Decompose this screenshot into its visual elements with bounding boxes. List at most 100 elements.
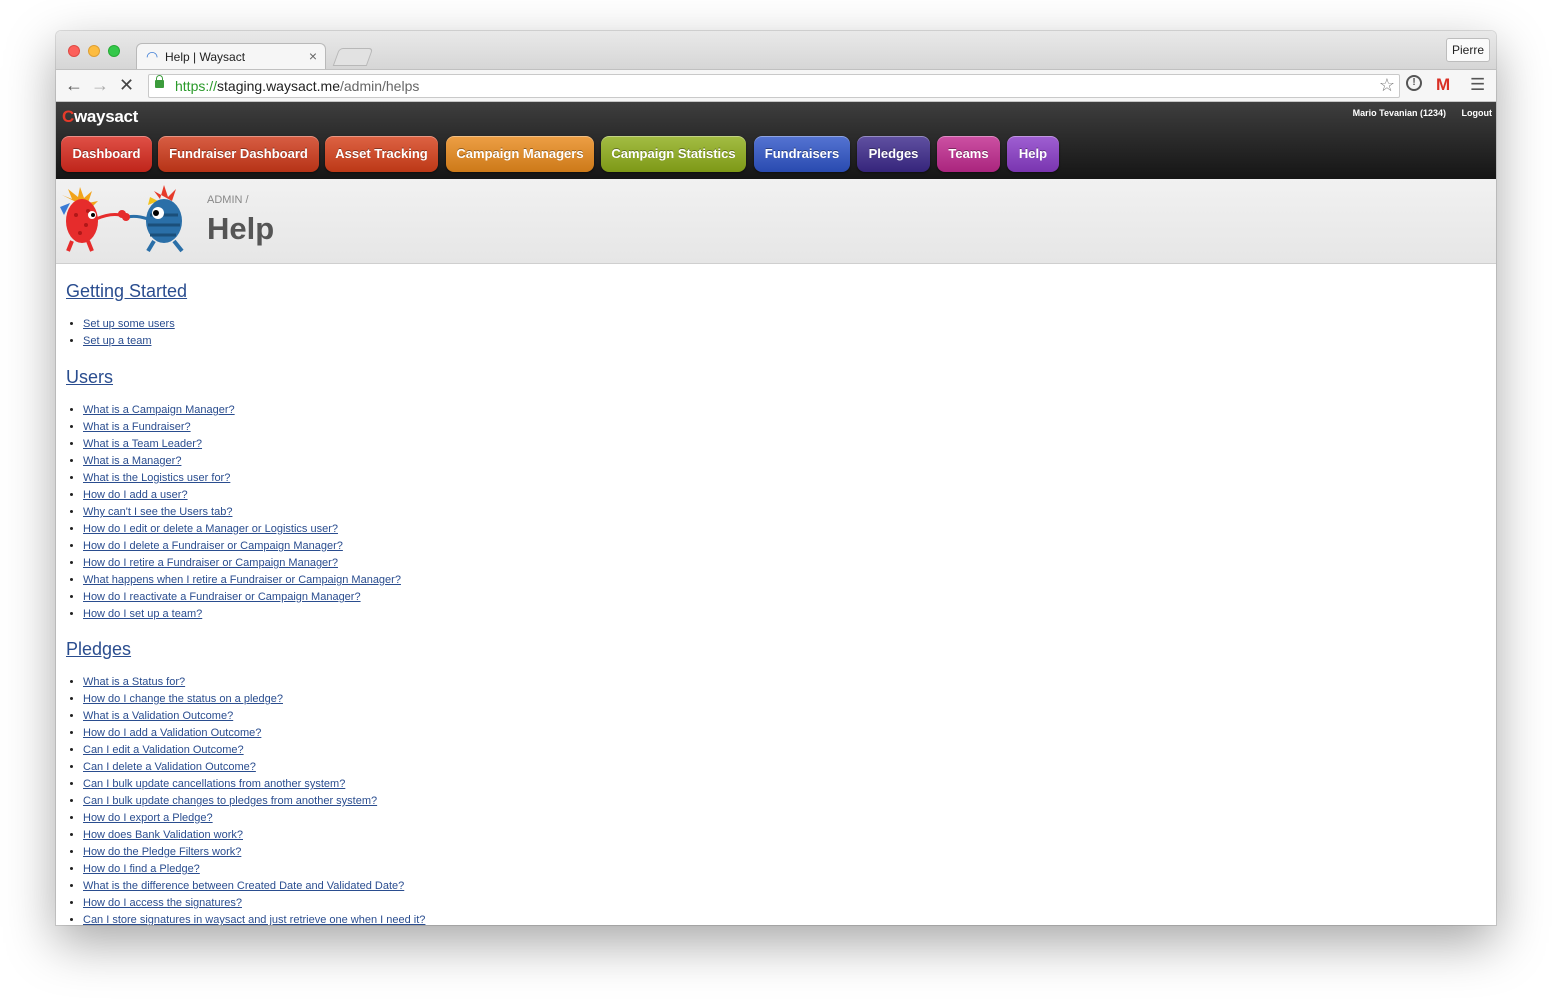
- nav-pledges-button[interactable]: Pledges: [857, 136, 930, 172]
- help-article-link[interactable]: What is a Status for?: [83, 676, 185, 688]
- nav-teams-button[interactable]: Teams: [937, 136, 1000, 172]
- help-article-link[interactable]: What is a Fundraiser?: [83, 421, 191, 433]
- help-article-link[interactable]: Set up a team: [83, 335, 152, 347]
- close-window-button[interactable]: [68, 45, 80, 57]
- help-article-link[interactable]: What is the difference between Created D…: [83, 880, 404, 892]
- password-manager-icon[interactable]: !: [1406, 75, 1422, 91]
- help-article-link[interactable]: Can I bulk update cancellations from ano…: [83, 778, 345, 790]
- help-article-link[interactable]: How do I change the status on a pledge?: [83, 693, 283, 705]
- help-article-link[interactable]: How does Bank Validation work?: [83, 829, 243, 841]
- section-title-link[interactable]: Users: [66, 367, 401, 388]
- help-article-link[interactable]: Can I bulk update changes to pledges fro…: [83, 795, 377, 807]
- help-section-pledges: Pledges What is a Status for? How do I cha…: [66, 639, 425, 925]
- page-header: ADMIN / Help: [56, 179, 1496, 264]
- help-article-link[interactable]: Set up some users: [83, 318, 175, 330]
- help-article-link[interactable]: Can I store signatures in waysact and ju…: [83, 914, 425, 925]
- minimize-window-button[interactable]: [88, 45, 100, 57]
- browser-tab[interactable]: ◠ Help | Waysact ×: [136, 43, 326, 69]
- list-item: How do I export a Pledge?: [83, 810, 425, 827]
- tab-title: Help | Waysact: [165, 50, 246, 64]
- help-article-link[interactable]: What is the Logistics user for?: [83, 472, 230, 484]
- nav-campaign-statistics-button[interactable]: Campaign Statistics: [601, 136, 746, 172]
- address-bar[interactable]: https://staging.waysact.me/admin/helps ☆: [148, 74, 1400, 98]
- help-article-link[interactable]: How do I retire a Fundraiser or Campaign…: [83, 557, 338, 569]
- help-article-link[interactable]: How do I reactivate a Fundraiser or Camp…: [83, 591, 361, 603]
- page-title: Help: [207, 211, 275, 246]
- section-title-link[interactable]: Pledges: [66, 639, 425, 660]
- list-item: Can I edit a Validation Outcome?: [83, 742, 425, 759]
- stop-loading-icon[interactable]: ✕: [119, 75, 134, 95]
- help-article-link[interactable]: Can I delete a Validation Outcome?: [83, 761, 256, 773]
- section-title-link[interactable]: Getting Started: [66, 281, 187, 302]
- close-tab-icon[interactable]: ×: [309, 48, 317, 64]
- zoom-window-button[interactable]: [108, 45, 120, 57]
- list-item: What is a Validation Outcome?: [83, 708, 425, 725]
- help-article-link[interactable]: What is a Campaign Manager?: [83, 404, 235, 416]
- help-link-list: Set up some users Set up a team: [66, 316, 187, 350]
- help-article-link[interactable]: What is a Validation Outcome?: [83, 710, 233, 722]
- back-arrow-icon[interactable]: ←: [65, 75, 83, 95]
- list-item: How do I add a Validation Outcome?: [83, 725, 425, 742]
- list-item: How do I delete a Fundraiser or Campaign…: [83, 538, 401, 555]
- list-item: How do I find a Pledge?: [83, 861, 425, 878]
- list-item: Can I bulk update cancellations from ano…: [83, 776, 425, 793]
- new-tab-button[interactable]: [332, 48, 374, 66]
- help-article-link[interactable]: Why can't I see the Users tab?: [83, 506, 232, 518]
- nav-dashboard-button[interactable]: Dashboard: [61, 136, 152, 172]
- current-user-label[interactable]: Mario Tevanian (1234): [1353, 108, 1446, 118]
- forward-arrow-icon[interactable]: →: [91, 75, 109, 95]
- profile-button[interactable]: Pierre: [1446, 38, 1490, 62]
- waysact-logo[interactable]: Cwaysact: [62, 107, 138, 127]
- help-article-link[interactable]: How do I find a Pledge?: [83, 863, 200, 875]
- list-item: What is a Team Leader?: [83, 436, 401, 453]
- help-article-link[interactable]: Can I edit a Validation Outcome?: [83, 744, 244, 756]
- list-item: Set up a team: [83, 333, 187, 350]
- help-article-link[interactable]: How do the Pledge Filters work?: [83, 846, 241, 858]
- nav-help-button[interactable]: Help: [1007, 136, 1059, 172]
- logout-link[interactable]: Logout: [1462, 108, 1493, 118]
- help-article-link[interactable]: What is a Manager?: [83, 455, 181, 467]
- list-item: How do I edit or delete a Manager or Log…: [83, 521, 401, 538]
- mascots-illustration: [60, 185, 184, 253]
- list-item: What is the Logistics user for?: [83, 470, 401, 487]
- help-article-link[interactable]: How do I delete a Fundraiser or Campaign…: [83, 540, 343, 552]
- help-article-link[interactable]: How do I access the signatures?: [83, 897, 242, 909]
- list-item: How do I add a user?: [83, 487, 401, 504]
- url-text[interactable]: https://staging.waysact.me/admin/helps: [175, 78, 419, 94]
- help-article-link[interactable]: How do I set up a team?: [83, 608, 202, 620]
- help-content: Getting Started Set up some users Set up a…: [66, 263, 1486, 925]
- help-article-link[interactable]: How do I edit or delete a Manager or Log…: [83, 523, 338, 535]
- browser-window: ◠ Help | Waysact × Pierre ← → ✕ https://…: [56, 31, 1496, 925]
- help-article-link[interactable]: How do I export a Pledge?: [83, 812, 213, 824]
- nav-asset-tracking-button[interactable]: Asset Tracking: [325, 136, 438, 172]
- help-article-link[interactable]: What happens when I retire a Fundraiser …: [83, 574, 401, 586]
- bookmark-star-icon[interactable]: ☆: [1379, 75, 1395, 96]
- list-item: How do I retire a Fundraiser or Campaign…: [83, 555, 401, 572]
- nav-fundraiser-dashboard-button[interactable]: Fundraiser Dashboard: [158, 136, 319, 172]
- list-item: How do I change the status on a pledge?: [83, 691, 425, 708]
- list-item: What is a Campaign Manager?: [83, 402, 401, 419]
- gmail-icon[interactable]: M: [1436, 75, 1450, 95]
- list-item: Can I delete a Validation Outcome?: [83, 759, 425, 776]
- list-item: How do I reactivate a Fundraiser or Camp…: [83, 589, 401, 606]
- help-article-link[interactable]: How do I add a Validation Outcome?: [83, 727, 261, 739]
- list-item: Can I bulk update changes to pledges fro…: [83, 793, 425, 810]
- tab-strip: ◠ Help | Waysact × Pierre: [56, 31, 1496, 69]
- list-item: Set up some users: [83, 316, 187, 333]
- nav-campaign-managers-button[interactable]: Campaign Managers: [446, 136, 594, 172]
- list-item: How do I access the signatures?: [83, 895, 425, 912]
- list-item: How does Bank Validation work?: [83, 827, 425, 844]
- nav-fundraisers-button[interactable]: Fundraisers: [754, 136, 850, 172]
- lock-icon: [155, 75, 164, 88]
- list-item: What is the difference between Created D…: [83, 878, 425, 895]
- help-link-list: What is a Status for? How do I change the…: [66, 674, 425, 925]
- red-mascot-image: [60, 187, 126, 252]
- list-item: Why can't I see the Users tab?: [83, 504, 401, 521]
- help-article-link[interactable]: What is a Team Leader?: [83, 438, 202, 450]
- list-item: What happens when I retire a Fundraiser …: [83, 572, 401, 589]
- breadcrumb[interactable]: ADMIN /: [207, 194, 249, 206]
- list-item: What is a Status for?: [83, 674, 425, 691]
- blue-mascot-image: [122, 185, 184, 253]
- help-article-link[interactable]: How do I add a user?: [83, 489, 188, 501]
- browser-menu-icon[interactable]: ☰: [1470, 75, 1485, 95]
